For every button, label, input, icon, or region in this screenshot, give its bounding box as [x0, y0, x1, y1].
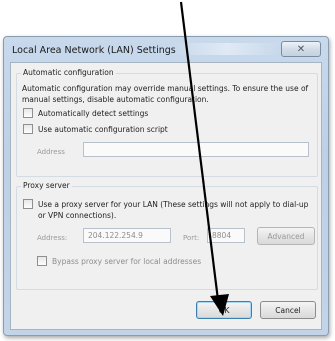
detect-settings-option[interactable]: Automatically detect settings	[23, 108, 148, 119]
proxy-port-input[interactable]: 8804	[207, 228, 245, 243]
advanced-button[interactable]: Advanced	[257, 227, 315, 245]
dialog-title: Local Area Network (LAN) Settings	[12, 45, 176, 56]
close-icon: ✕	[296, 43, 306, 55]
proxy-group-label: Proxy server	[21, 181, 72, 190]
auto-script-label: Use automatic configuration script	[38, 125, 168, 134]
bypass-local-checkbox[interactable]	[37, 256, 47, 266]
ok-button-label: OK	[218, 305, 230, 315]
auto-script-checkbox[interactable]	[23, 124, 33, 134]
screenshot-page: Local Area Network (LAN) Settings ✕ Auto…	[0, 0, 335, 341]
cancel-button[interactable]: Cancel	[260, 301, 316, 319]
title-bar[interactable]: Local Area Network (LAN) Settings ✕	[4, 37, 328, 62]
ok-button[interactable]: OK	[196, 301, 252, 319]
proxy-port-label: Port:	[183, 234, 200, 242]
lan-settings-dialog: Local Area Network (LAN) Settings ✕ Auto…	[3, 36, 329, 336]
use-proxy-checkbox[interactable]	[23, 199, 33, 209]
script-address-input[interactable]	[83, 142, 309, 157]
auto-config-description: Automatic configuration may override man…	[22, 84, 309, 104]
cancel-button-label: Cancel	[275, 305, 301, 315]
detect-settings-checkbox[interactable]	[23, 108, 33, 118]
auto-script-option[interactable]: Use automatic configuration script	[23, 124, 168, 135]
proxy-address-input[interactable]: 204.122.254.9	[83, 228, 171, 243]
detect-settings-label: Automatically detect settings	[38, 109, 149, 118]
proxy-address-label: Address:	[37, 234, 68, 242]
auto-config-group-label: Automatic configuration	[21, 68, 116, 77]
close-button[interactable]: ✕	[281, 41, 321, 57]
dialog-client-area: Automatic configuration Automatic config…	[10, 62, 322, 330]
bypass-local-label: Bypass proxy server for local addresses	[52, 257, 202, 266]
bypass-local-option[interactable]: Bypass proxy server for local addresses	[37, 256, 201, 267]
advanced-button-label: Advanced	[267, 231, 305, 241]
script-address-label: Address	[37, 148, 65, 156]
use-proxy-label: Use a proxy server for your LAN (These s…	[38, 200, 309, 220]
title-bar-glare	[172, 43, 282, 55]
use-proxy-option[interactable]: Use a proxy server for your LAN (These s…	[23, 199, 315, 221]
